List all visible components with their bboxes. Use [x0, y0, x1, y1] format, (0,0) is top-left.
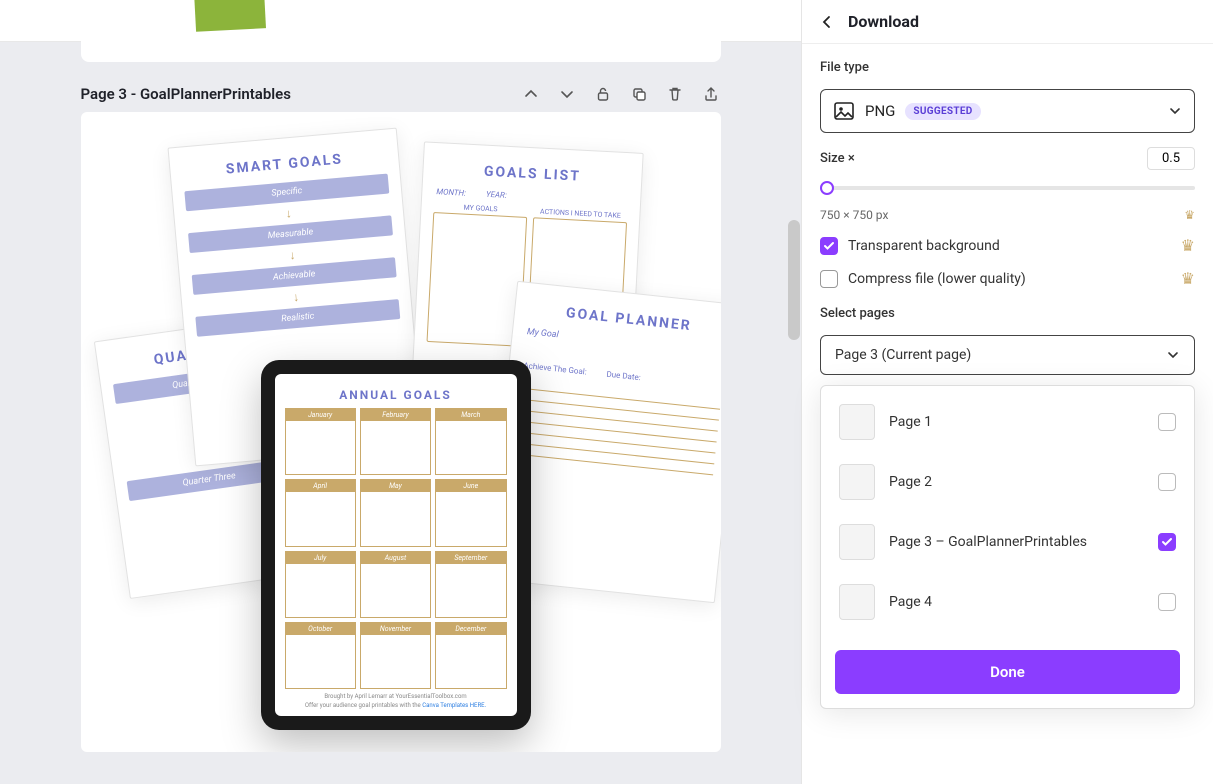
ipad-footer: Brought by April Lemarr at YourEssential…: [285, 693, 507, 710]
month-cell: August: [360, 551, 431, 618]
month-cell: September: [435, 551, 506, 618]
select-pages-label: Select pages: [820, 306, 1195, 321]
chevron-down-icon: [1168, 104, 1182, 118]
page-thumb: [839, 524, 875, 560]
page-option[interactable]: Page 3 – GoalPlannerPrintables: [825, 512, 1190, 572]
page-option[interactable]: Page 1: [825, 392, 1190, 452]
pages-dropdown: Page 1 Page 2 Page 3 – GoalPlannerPrintabl…: [820, 385, 1195, 709]
duplicate-icon[interactable]: [629, 84, 649, 104]
page-thumb: [839, 584, 875, 620]
transparent-checkbox[interactable]: [820, 237, 838, 255]
chevron-down-icon: [1166, 348, 1180, 362]
page-thumb: [839, 464, 875, 500]
compress-checkbox[interactable]: [820, 270, 838, 288]
suggested-badge: SUGGESTED: [905, 103, 980, 120]
panel-title: Download: [848, 12, 919, 31]
page-checkbox[interactable]: [1158, 533, 1176, 551]
pages-select[interactable]: Page 3 (Current page): [820, 335, 1195, 375]
size-input[interactable]: [1147, 147, 1195, 170]
month-cell: March: [435, 408, 506, 475]
previous-page-peek: [81, 32, 721, 62]
month-cell: February: [360, 408, 431, 475]
page-option[interactable]: Page 4: [825, 572, 1190, 632]
done-button[interactable]: Done: [835, 650, 1180, 694]
crown-icon: ♛: [1184, 208, 1195, 222]
compress-label: Compress file (lower quality): [848, 271, 1026, 287]
filetype-select[interactable]: PNG SUGGESTED: [820, 89, 1195, 133]
share-icon[interactable]: [701, 84, 721, 104]
ipad-mockup: ANNUAL GOALS JanuaryFebruaryMarch AprilMa…: [261, 360, 531, 730]
page-checkbox[interactable]: [1158, 593, 1176, 611]
page-tools: [521, 84, 721, 104]
crown-icon: ♛: [1181, 269, 1195, 288]
page-option-label: Page 4: [889, 594, 1144, 610]
month-cell: October: [285, 622, 356, 689]
month-cell: December: [435, 622, 506, 689]
lock-icon[interactable]: [593, 84, 613, 104]
page2-graphic: [194, 0, 266, 32]
transparent-label: Transparent background: [848, 238, 1000, 254]
page-list: Page 1 Page 2 Page 3 – GoalPlannerPrintabl…: [821, 386, 1194, 638]
page-option-label: Page 2: [889, 474, 1144, 490]
page-thumb: [839, 404, 875, 440]
filetype-value: PNG: [865, 102, 895, 120]
month-cell: November: [360, 622, 431, 689]
month-cell: April: [285, 479, 356, 546]
delete-icon[interactable]: [665, 84, 685, 104]
back-icon[interactable]: [820, 15, 834, 29]
download-panel: Download File type PNG SUGGESTED Size × …: [801, 0, 1213, 784]
page-header: Page 3 - GoalPlannerPrintables: [81, 84, 721, 104]
page-canvas[interactable]: QUARTER Quarter One Quarter Three SMART …: [81, 112, 721, 752]
month-grid: JanuaryFebruaryMarch AprilMayJune JulyAugu…: [285, 408, 507, 689]
size-slider[interactable]: [820, 186, 1195, 190]
page-title: Page 3 - GoalPlannerPrintables: [81, 85, 291, 103]
image-icon: [833, 100, 855, 122]
editor-canvas: Page 3 - GoalPlannerPrintables QUARTER Q…: [0, 0, 801, 784]
page-checkbox[interactable]: [1158, 413, 1176, 431]
crown-icon: ♛: [1181, 236, 1195, 255]
month-cell: January: [285, 408, 356, 475]
size-label: Size ×: [820, 151, 855, 166]
move-up-icon[interactable]: [521, 84, 541, 104]
month-cell: June: [435, 479, 506, 546]
page-checkbox[interactable]: [1158, 473, 1176, 491]
filetype-label: File type: [820, 60, 1195, 75]
move-down-icon[interactable]: [557, 84, 577, 104]
month-cell: July: [285, 551, 356, 618]
page-option[interactable]: Page 2: [825, 452, 1190, 512]
dimensions-text: 750 × 750 px: [820, 208, 888, 222]
slider-thumb[interactable]: [820, 181, 834, 195]
page-option-label: Page 3 – GoalPlannerPrintables: [889, 534, 1144, 550]
page-option-label: Page 1: [889, 414, 1144, 430]
editor-scrollbar[interactable]: [788, 220, 800, 340]
month-cell: May: [360, 479, 431, 546]
panel-header: Download: [802, 0, 1213, 44]
annual-goals-title: ANNUAL GOALS: [285, 388, 507, 402]
